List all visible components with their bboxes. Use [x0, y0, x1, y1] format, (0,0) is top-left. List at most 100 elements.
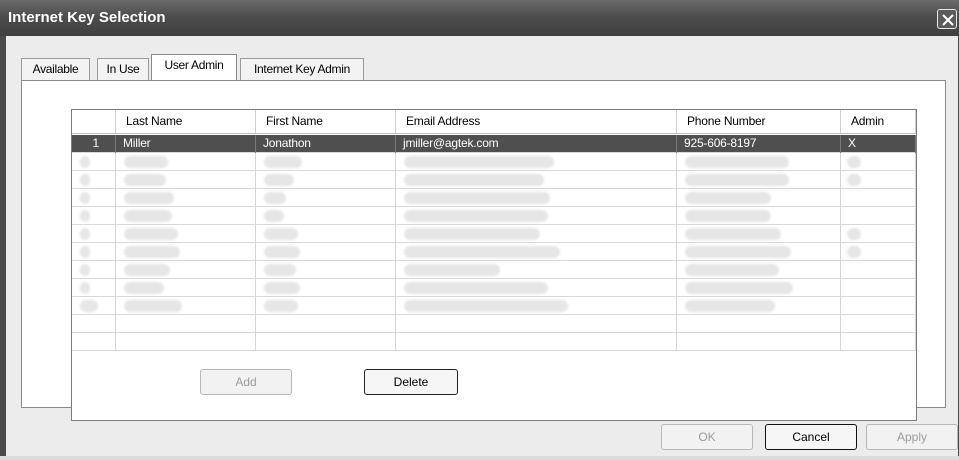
table-row[interactable]: [72, 243, 916, 261]
first-name-cell: [256, 315, 396, 333]
first-name-cell: [256, 207, 396, 225]
table-row[interactable]: [72, 279, 916, 297]
phone-cell: [677, 189, 841, 207]
row-number-cell: [72, 297, 116, 315]
admin-cell: [841, 171, 916, 189]
email-cell: [396, 243, 677, 261]
last-name-cell: [116, 297, 256, 315]
phone-cell: 925-606-8197: [677, 135, 841, 153]
tab-user-admin[interactable]: User Admin: [151, 54, 237, 80]
table-row[interactable]: [72, 171, 916, 189]
email-cell: [396, 189, 677, 207]
last-name-cell: [116, 171, 256, 189]
admin-header[interactable]: Admin: [841, 110, 916, 134]
row-number-cell: 1: [72, 135, 116, 153]
row-number-cell: [72, 279, 116, 297]
table-row[interactable]: [72, 315, 916, 333]
admin-cell: [841, 189, 916, 207]
phone-header[interactable]: Phone Number: [677, 110, 841, 134]
first-name-header[interactable]: First Name: [256, 110, 396, 134]
admin-cell: [841, 297, 916, 315]
phone-cell: [677, 333, 841, 351]
phone-cell: [677, 153, 841, 171]
admin-cell: [841, 315, 916, 333]
row-number-cell: [72, 171, 116, 189]
user-admin-panel: Last Name First Name Email Address Phone…: [21, 80, 946, 421]
table-row[interactable]: [72, 333, 916, 351]
phone-cell: [677, 261, 841, 279]
phone-cell: [677, 279, 841, 297]
row-number-cell: [72, 189, 116, 207]
last-name-header[interactable]: Last Name: [116, 110, 256, 134]
row-number-cell: [72, 225, 116, 243]
email-cell: [396, 333, 677, 351]
tab-in-use[interactable]: In Use: [97, 58, 149, 80]
email-cell: [396, 153, 677, 171]
users-table[interactable]: Last Name First Name Email Address Phone…: [71, 109, 917, 421]
row-number-cell: [72, 261, 116, 279]
apply-button[interactable]: Apply: [866, 424, 958, 450]
table-row[interactable]: [72, 207, 916, 225]
window-bottom-border: [0, 456, 959, 460]
close-icon: [942, 14, 954, 26]
table-row[interactable]: [72, 153, 916, 171]
email-cell: [396, 225, 677, 243]
first-name-cell: [256, 225, 396, 243]
admin-cell: [841, 225, 916, 243]
email-header[interactable]: Email Address: [396, 110, 677, 134]
table-row[interactable]: [72, 261, 916, 279]
admin-cell: [841, 243, 916, 261]
ok-button[interactable]: OK: [661, 424, 753, 450]
last-name-cell: [116, 225, 256, 243]
table-row[interactable]: [72, 297, 916, 315]
first-name-cell: [256, 243, 396, 261]
tab-internet-key-admin[interactable]: Internet Key Admin: [240, 58, 364, 80]
last-name-cell: [116, 153, 256, 171]
window-title: Internet Key Selection: [8, 9, 166, 26]
row-number-header: [72, 110, 116, 134]
last-name-cell: [116, 207, 256, 225]
first-name-cell: [256, 171, 396, 189]
tab-available[interactable]: Available: [21, 58, 90, 80]
first-name-cell: [256, 261, 396, 279]
admin-cell: [841, 261, 916, 279]
title-bar[interactable]: Internet Key Selection: [0, 0, 959, 36]
last-name-cell: [116, 243, 256, 261]
admin-cell: [841, 207, 916, 225]
table-row[interactable]: 1 Miller Jonathon jmiller@agtek.com 925-…: [72, 135, 916, 153]
first-name-cell: [256, 153, 396, 171]
row-number-cell: [72, 333, 116, 351]
table-row[interactable]: [72, 225, 916, 243]
phone-cell: [677, 315, 841, 333]
row-number-cell: [72, 153, 116, 171]
phone-cell: [677, 297, 841, 315]
first-name-cell: [256, 333, 396, 351]
last-name-cell: [116, 279, 256, 297]
phone-cell: [677, 207, 841, 225]
admin-cell: [841, 333, 916, 351]
cancel-button[interactable]: Cancel: [765, 424, 857, 450]
first-name-cell: [256, 297, 396, 315]
phone-cell: [677, 171, 841, 189]
email-cell: [396, 261, 677, 279]
email-cell: [396, 315, 677, 333]
close-button[interactable]: [937, 9, 957, 29]
email-cell: jmiller@agtek.com: [396, 135, 677, 153]
table-row[interactable]: [72, 189, 916, 207]
email-cell: [396, 279, 677, 297]
first-name-cell: [256, 279, 396, 297]
delete-button[interactable]: Delete: [364, 369, 458, 395]
last-name-cell: [116, 261, 256, 279]
row-number-cell: [72, 243, 116, 261]
last-name-cell: [116, 315, 256, 333]
phone-cell: [677, 225, 841, 243]
email-cell: [396, 171, 677, 189]
email-cell: [396, 207, 677, 225]
admin-cell: [841, 153, 916, 171]
add-button[interactable]: Add: [200, 369, 292, 395]
admin-cell: [841, 279, 916, 297]
admin-cell: X: [841, 135, 916, 153]
last-name-cell: Miller: [116, 135, 256, 153]
first-name-cell: [256, 189, 396, 207]
row-number-cell: [72, 207, 116, 225]
